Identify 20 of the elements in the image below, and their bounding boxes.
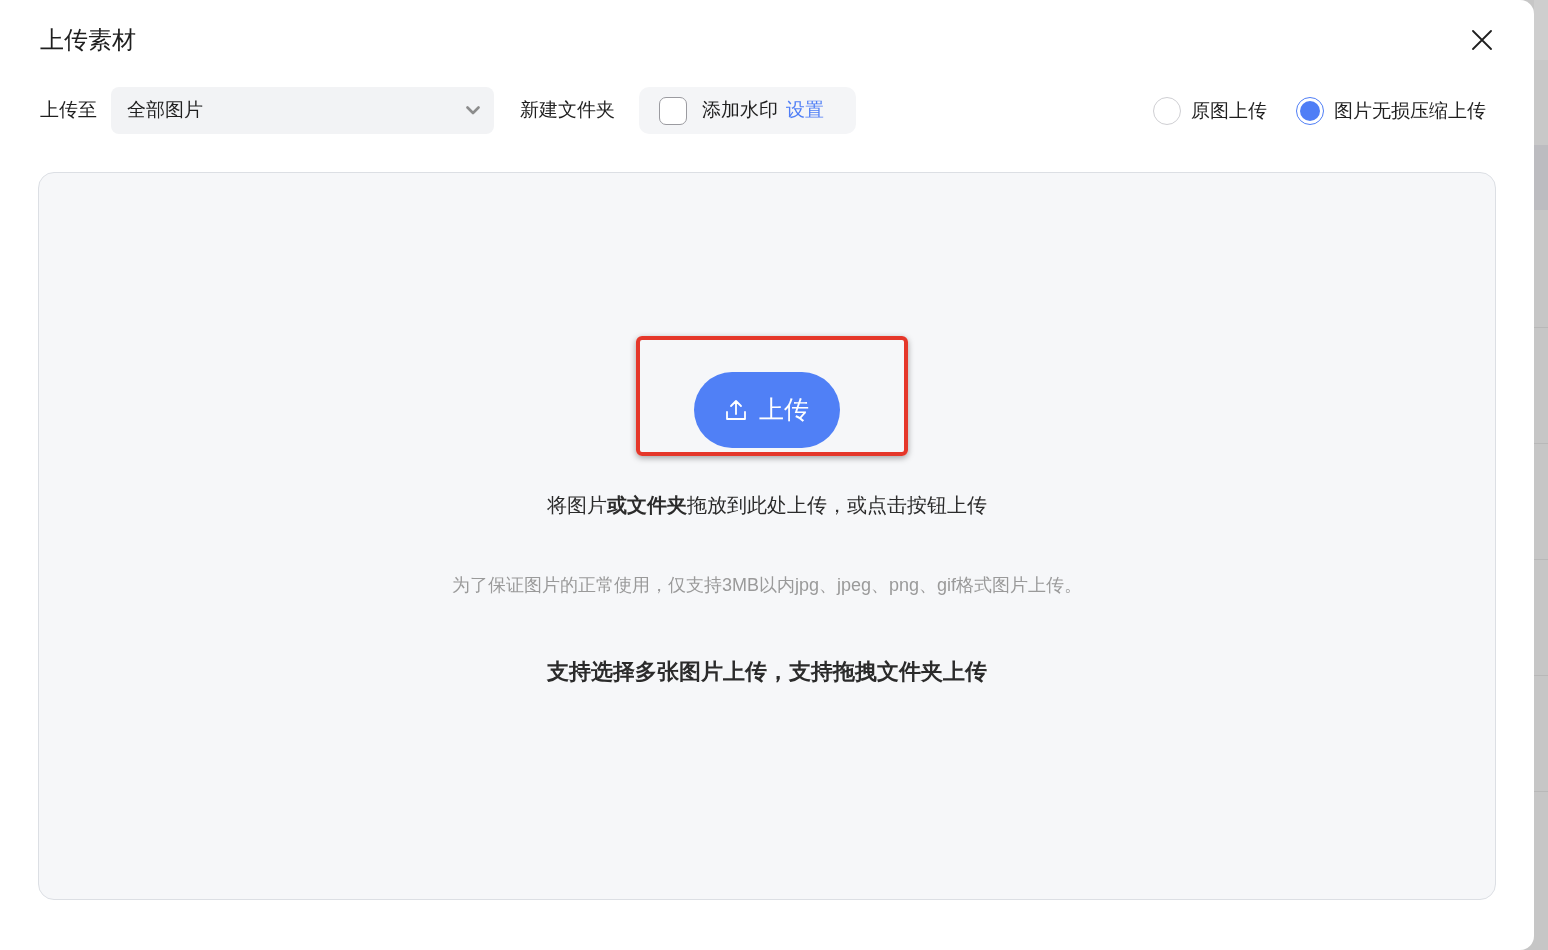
drop-instruction: 将图片或文件夹拖放到此处上传，或点击按钮上传 bbox=[547, 493, 987, 518]
multi-upload-tip: 支持选择多张图片上传，支持拖拽文件夹上传 bbox=[547, 658, 987, 686]
radio-button[interactable] bbox=[1296, 96, 1324, 125]
new-folder-button[interactable]: 新建文件夹 bbox=[520, 96, 615, 125]
close-icon bbox=[1472, 30, 1492, 50]
checkbox[interactable] bbox=[659, 96, 687, 125]
radio-label: 图片无损压缩上传 bbox=[1334, 98, 1486, 123]
format-note: 为了保证图片的正常使用，仅支持3MB以内jpg、jpeg、png、gif格式图片上传。 bbox=[451, 574, 1083, 597]
close-button[interactable] bbox=[1471, 29, 1493, 51]
settings-link[interactable]: 设置 bbox=[786, 96, 824, 125]
upload-to-label: 上传至 bbox=[40, 98, 97, 123]
watermark-label: 添加水印 bbox=[702, 98, 778, 123]
upload-icon bbox=[725, 399, 747, 421]
chevron-down-icon bbox=[466, 106, 480, 115]
drop-zone[interactable]: 上传 将图片或文件夹拖放到此处上传，或点击按钮上传 为了保证图片的正常使用，仅支持3MB以内jpg、jpeg、png、gif格式图片上传。 支持选择多张图片上传，支持拖拽文件夹上传 bbox=[38, 172, 1496, 900]
radio-label: 原图上传 bbox=[1191, 98, 1267, 123]
upload-button[interactable]: 上传 bbox=[694, 372, 840, 448]
radio-button[interactable] bbox=[1153, 96, 1181, 125]
folder-select[interactable]: 全部图片 bbox=[111, 87, 494, 134]
dialog-title: 上传素材 bbox=[40, 25, 136, 55]
